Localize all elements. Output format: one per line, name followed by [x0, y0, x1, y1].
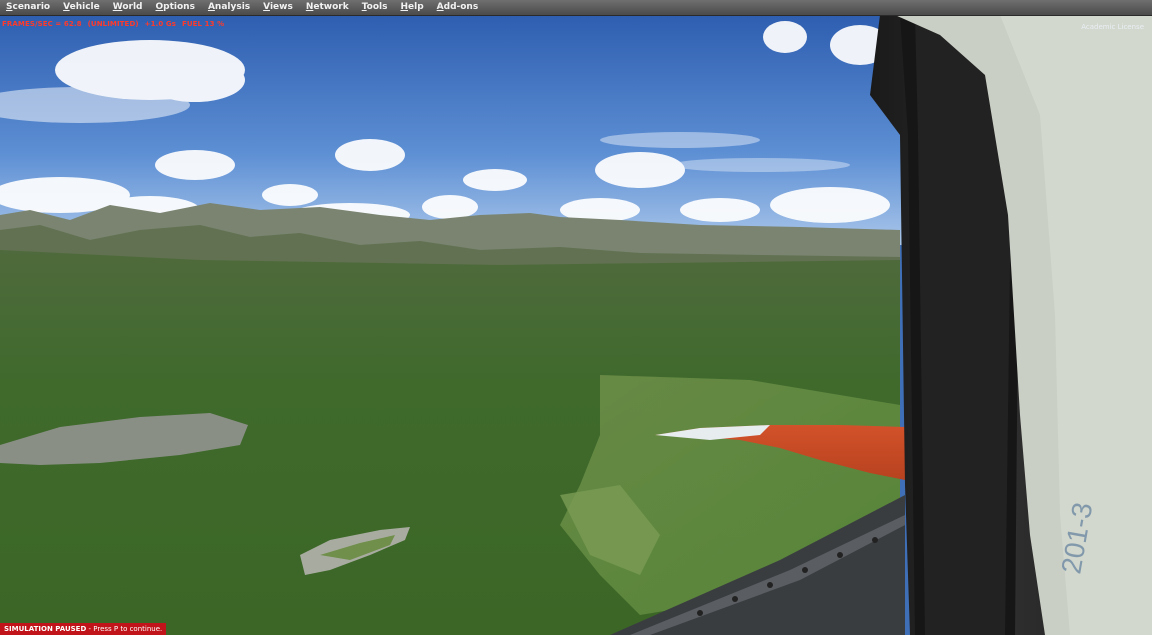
hud-fuel: FUEL 13 %	[181, 20, 225, 28]
menu-world[interactable]: World	[107, 0, 150, 15]
paused-hint: - Press P to continue.	[86, 625, 163, 633]
pause-status-badge: SIMULATION PAUSED - Press P to continue.	[0, 623, 167, 635]
menu-network[interactable]: Network	[300, 0, 356, 15]
menu-analysis[interactable]: Analysis	[202, 0, 257, 15]
menu-scenario[interactable]: Scenario	[0, 0, 57, 15]
menu-tools[interactable]: Tools	[356, 0, 395, 15]
menu-add-ons[interactable]: Add-ons	[431, 0, 486, 15]
hud-readout: FRAMES/SEC = 62.8 (UNLIMITED) +1.0 Gs FUEL …	[2, 20, 230, 28]
hud-gforce: +1.0 Gs	[144, 20, 176, 28]
menu-vehicle[interactable]: Vehicle	[57, 0, 107, 15]
hud-frames: FRAMES/SEC = 62.8	[2, 20, 82, 28]
hud-mode: (UNLIMITED)	[87, 20, 139, 28]
paused-label: SIMULATION PAUSED	[4, 625, 87, 633]
license-label: Academic License	[1081, 23, 1144, 31]
menu-views[interactable]: Views	[257, 0, 300, 15]
menu-bar: Scenario Vehicle World Options Analysis …	[0, 0, 1152, 16]
menu-options[interactable]: Options	[150, 0, 202, 15]
sim-viewport[interactable]: 201-3	[0, 15, 1152, 635]
menu-help[interactable]: Help	[394, 0, 430, 15]
